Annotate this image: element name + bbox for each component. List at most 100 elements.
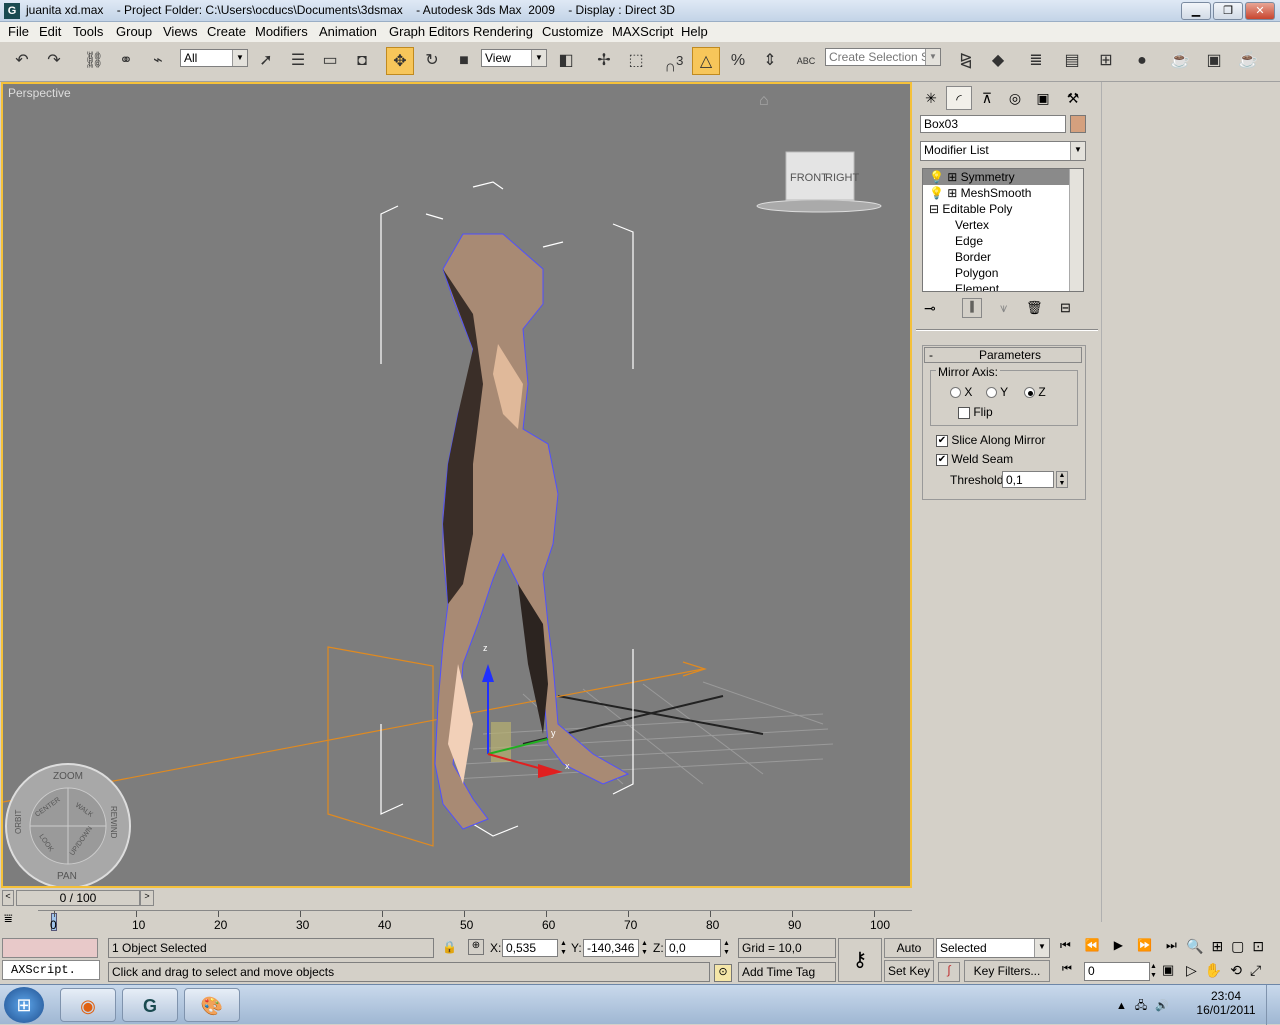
show-end-result-icon[interactable]: ∥ xyxy=(962,298,982,318)
stack-item-element[interactable]: Element xyxy=(923,281,999,291)
time-slider-prev-icon[interactable]: < xyxy=(2,890,14,906)
stack-item-editable-poly[interactable]: ⊟ Editable Poly xyxy=(923,201,1012,217)
select-by-name-icon[interactable]: ☰ xyxy=(284,47,312,75)
zoom-all-icon[interactable]: ⊞ xyxy=(1211,938,1231,954)
undo-icon[interactable]: ↶ xyxy=(8,47,36,75)
menu-help[interactable]: Help xyxy=(681,24,708,39)
start-button[interactable]: ⊞ xyxy=(4,987,44,1023)
next-frame-icon[interactable]: ⏩ xyxy=(1137,938,1166,952)
z-spinner[interactable]: ▲ ▼ xyxy=(723,939,730,957)
menu-edit[interactable]: Edit xyxy=(39,24,61,39)
pan-view-icon[interactable]: ✋ xyxy=(1205,962,1230,978)
zoom-icon[interactable]: 🔍 xyxy=(1186,938,1211,954)
make-unique-icon[interactable]: ⩛ xyxy=(1000,300,1007,316)
clock[interactable]: 23:04 16/01/2011 xyxy=(1196,989,1256,1017)
time-tag-icon[interactable]: ⊙ xyxy=(714,964,732,982)
x-coordinate-input[interactable]: 0,535 xyxy=(502,939,558,957)
pin-stack-icon[interactable]: ⊸ xyxy=(924,300,936,317)
radio-x[interactable]: X xyxy=(950,385,972,399)
zoom-extents-all-icon[interactable]: ⊡ xyxy=(1252,938,1272,954)
select-and-move-icon[interactable]: ✥ xyxy=(386,47,414,75)
3ds-max-taskbar-icon[interactable]: G xyxy=(122,988,178,1022)
motion-tab-icon[interactable]: ◎ xyxy=(1002,86,1028,110)
menu-maxscript[interactable]: MAXScript xyxy=(612,24,673,39)
percent-snap-icon[interactable]: % xyxy=(724,47,752,75)
default-tangent-icon[interactable]: ∫ xyxy=(938,962,960,982)
object-color-swatch[interactable] xyxy=(1070,115,1086,133)
volume-icon[interactable]: 🔊 xyxy=(1155,1000,1177,1012)
selection-filter-dropdown[interactable]: All ▼ xyxy=(180,49,248,67)
restore-button[interactable]: ❐ xyxy=(1213,2,1243,20)
key-mode-toggle-icon[interactable]: ⏮ xyxy=(1062,963,1072,976)
slice-along-mirror-checkbox[interactable]: ✔ Slice Along Mirror xyxy=(936,433,1045,447)
maximize-viewport-icon[interactable]: ⤢ xyxy=(1250,962,1269,978)
rendered-frame-window-icon[interactable]: ▣ xyxy=(1200,47,1228,75)
bind-space-warp-icon[interactable]: ⌁ xyxy=(144,47,172,75)
stack-item-border[interactable]: Border xyxy=(923,249,991,265)
angle-snap-icon[interactable]: △ xyxy=(692,47,720,75)
z-coordinate-input[interactable]: 0,0 xyxy=(665,939,721,957)
schematic-view-icon[interactable]: ⊞ xyxy=(1092,47,1120,75)
select-and-link-icon[interactable]: ⛓ xyxy=(80,47,108,75)
menu-file[interactable]: File xyxy=(8,24,29,39)
key-icon[interactable]: ⚷ xyxy=(838,938,882,982)
align-icon[interactable]: ◆ xyxy=(984,47,1012,75)
rectangular-selection-icon[interactable]: ▭ xyxy=(316,47,344,75)
menu-tools[interactable]: Tools xyxy=(73,24,103,39)
material-editor-icon[interactable]: ● xyxy=(1128,47,1156,75)
threshold-spinner[interactable]: ▲ ▼ xyxy=(1056,471,1068,488)
unlink-icon[interactable]: ⚭ xyxy=(112,47,140,75)
flip-checkbox[interactable]: Flip xyxy=(958,405,993,419)
modify-tab-icon[interactable]: ◜ xyxy=(946,86,972,110)
key-filters-button[interactable]: Key Filters... xyxy=(964,960,1050,982)
track-bar[interactable]: 0 10 20 30 40 50 60 70 80 90 100 xyxy=(38,910,912,934)
x-spinner[interactable]: ▲ ▼ xyxy=(560,939,567,957)
layer-manager-icon[interactable]: ≣ xyxy=(1022,47,1050,75)
absolute-mode-icon[interactable]: ⊕ xyxy=(468,939,484,955)
utilities-tab-icon[interactable]: ⚒ xyxy=(1060,86,1086,110)
render-setup-icon[interactable]: ☕ xyxy=(1166,47,1194,75)
menu-animation[interactable]: Animation xyxy=(319,24,377,39)
radio-y[interactable]: Y xyxy=(986,385,1008,399)
keyboard-shortcut-icon[interactable]: ⬚ xyxy=(622,47,650,75)
named-selection-set-dropdown[interactable]: Create Selection Set ▼ xyxy=(825,48,941,66)
menu-create[interactable]: Create xyxy=(207,24,246,39)
mirror-icon[interactable]: ⧎ xyxy=(952,47,980,75)
stack-item-meshsmooth[interactable]: 💡 ⊞ MeshSmooth xyxy=(923,185,1031,201)
field-of-view-icon[interactable]: ▷ xyxy=(1186,962,1205,978)
perspective-viewport[interactable]: Perspective ⌂ z x y FRONT RIGHT ZOOM PAN… xyxy=(1,82,912,888)
network-icon[interactable]: 🖧 xyxy=(1135,1000,1155,1012)
remove-modifier-icon[interactable]: 🗑 xyxy=(1026,300,1043,316)
minimize-button[interactable]: ▁ xyxy=(1181,2,1211,20)
previous-frame-icon[interactable]: ⏪ xyxy=(1085,938,1114,952)
display-tab-icon[interactable]: ▣ xyxy=(1030,86,1056,110)
window-crossing-icon[interactable]: ◘ xyxy=(348,47,376,75)
select-object-icon[interactable]: ➚ xyxy=(252,47,280,75)
manipulate-icon[interactable]: ✢ xyxy=(590,47,618,75)
reference-coord-dropdown[interactable]: View ▼ xyxy=(481,49,547,67)
show-desktop-button[interactable] xyxy=(1266,985,1280,1025)
render-production-icon[interactable]: ☕ xyxy=(1234,47,1262,75)
steering-wheel[interactable]: ZOOM PAN ORBIT REWIND CENTER WALK LOOK U… xyxy=(5,763,131,886)
edit-named-selection-icon[interactable]: ABC xyxy=(792,47,820,75)
object-name-field[interactable]: Box03 xyxy=(920,115,1066,133)
select-and-rotate-icon[interactable]: ↻ xyxy=(418,47,446,75)
y-spinner[interactable]: ▲ ▼ xyxy=(641,939,648,957)
orbit-icon[interactable]: ⟲ xyxy=(1230,962,1250,978)
menu-rendering[interactable]: Rendering xyxy=(473,24,533,39)
close-button[interactable]: ✕ xyxy=(1245,2,1275,20)
stack-scrollbar[interactable] xyxy=(1069,169,1083,291)
firefox-icon[interactable]: ◉ xyxy=(60,988,116,1022)
frame-spinner[interactable]: ▲ ▼ xyxy=(1150,962,1157,980)
create-tab-icon[interactable]: ✳ xyxy=(918,86,944,110)
menu-group[interactable]: Group xyxy=(116,24,152,39)
stack-item-symmetry[interactable]: 💡 ⊞ Symmetry xyxy=(923,169,1069,185)
y-coordinate-input[interactable]: -140,346 xyxy=(583,939,639,957)
menu-modifiers[interactable]: Modifiers xyxy=(255,24,308,39)
show-hidden-icons-icon[interactable]: ▲ xyxy=(1116,1000,1135,1012)
play-icon[interactable]: ▶ xyxy=(1114,938,1137,952)
selection-lock-icon[interactable]: 🔒 xyxy=(442,940,457,954)
add-time-tag[interactable]: Add Time Tag xyxy=(738,962,836,982)
stack-item-edge[interactable]: Edge xyxy=(923,233,983,249)
go-to-start-icon[interactable]: ⏮ xyxy=(1060,938,1085,952)
